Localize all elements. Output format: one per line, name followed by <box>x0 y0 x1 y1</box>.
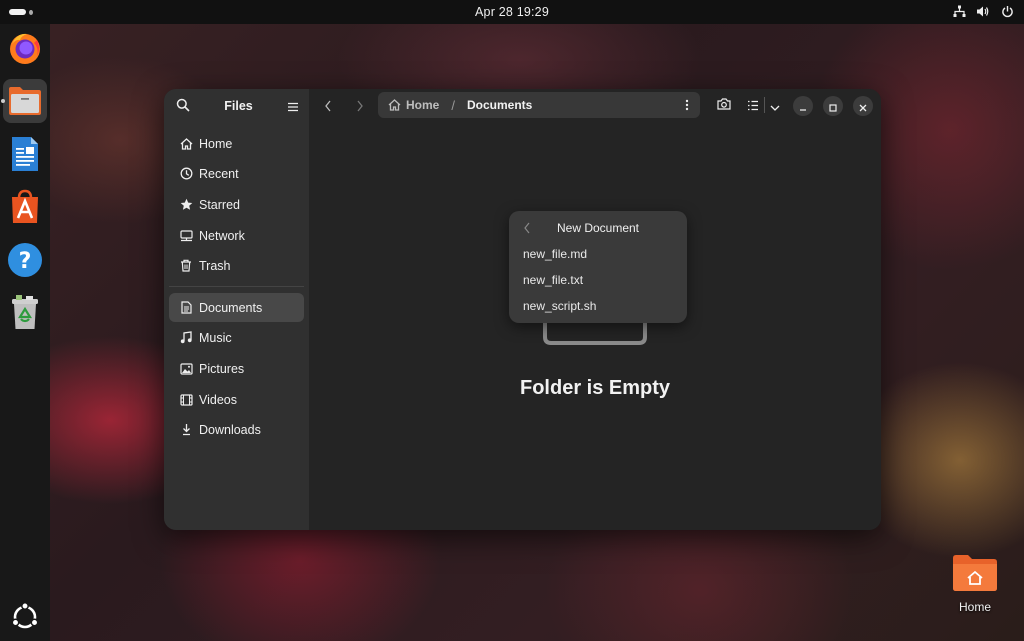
new-document-popover: New Document new_file.md new_file.txt ne… <box>509 211 687 323</box>
chevron-down-icon <box>770 96 780 115</box>
trash-icon[interactable] <box>3 291 47 335</box>
headerbar: Home / Documents <box>309 89 881 123</box>
close-icon <box>859 97 867 116</box>
clock[interactable]: Apr 28 19:29 <box>475 5 549 19</box>
back-button[interactable] <box>319 97 337 115</box>
app-center-icon[interactable] <box>3 185 47 229</box>
music-icon <box>179 331 193 345</box>
maximize-icon <box>829 97 837 116</box>
path-menu-icon[interactable] <box>680 97 694 113</box>
menu-item-new-script-sh[interactable]: new_script.sh <box>515 294 681 318</box>
dock: ? <box>0 24 50 641</box>
home-icon <box>388 96 401 115</box>
desktop-home-shortcut[interactable]: Home <box>946 552 1004 614</box>
activities-indicator[interactable] <box>9 8 33 16</box>
workspace-pill-icon <box>9 9 27 15</box>
forward-button[interactable] <box>351 97 369 115</box>
desktop-icon-label: Home <box>958 600 991 614</box>
power-icon[interactable] <box>1000 4 1014 18</box>
sidebar-item-starred[interactable]: Starred <box>169 190 304 219</box>
sidebar-item-music[interactable]: Music <box>169 323 304 352</box>
view-options-button[interactable] <box>745 95 781 115</box>
sidebar: Files Home Recent Starred Network Trash <box>164 89 309 530</box>
search-camera-icon <box>716 96 732 115</box>
app-title: Files <box>224 99 253 113</box>
system-tray[interactable] <box>952 4 1014 18</box>
search-icon[interactable] <box>176 97 190 116</box>
popover-title: New Document <box>556 221 640 235</box>
volume-icon[interactable] <box>976 4 990 18</box>
sidebar-item-pictures[interactable]: Pictures <box>169 354 304 383</box>
minimize-icon <box>799 97 807 116</box>
firefox-icon[interactable] <box>3 26 47 70</box>
running-indicator <box>1 99 5 103</box>
minimize-button[interactable] <box>793 96 813 116</box>
path-bar: Home / Documents <box>378 92 700 118</box>
clock-icon <box>179 167 193 181</box>
button-divider <box>763 97 765 113</box>
sidebar-item-downloads[interactable]: Downloads <box>169 415 304 444</box>
home-icon <box>179 137 193 151</box>
ubuntu-logo-icon[interactable] <box>3 595 47 639</box>
network-icon <box>179 229 193 243</box>
maximize-button[interactable] <box>823 96 843 116</box>
breadcrumb-home[interactable]: Home <box>388 96 439 115</box>
sidebar-item-documents[interactable]: Documents <box>169 293 304 322</box>
download-icon <box>179 423 193 437</box>
breadcrumb-separator: / <box>451 97 455 113</box>
sidebar-item-trash[interactable]: Trash <box>169 251 304 280</box>
sidebar-header: Files <box>164 89 309 123</box>
network-icon[interactable] <box>952 4 966 18</box>
sidebar-item-videos[interactable]: Videos <box>169 385 304 414</box>
main-menu-icon[interactable] <box>287 97 299 116</box>
search-folder-button[interactable] <box>713 95 735 115</box>
sidebar-item-network[interactable]: Network <box>169 221 304 250</box>
menu-item-new-file-txt[interactable]: new_file.txt <box>515 268 681 292</box>
star-icon <box>179 198 193 212</box>
writer-icon[interactable] <box>3 132 47 176</box>
close-button[interactable] <box>853 96 873 116</box>
svg-text:?: ? <box>19 249 32 274</box>
document-icon <box>179 301 193 315</box>
files-icon[interactable] <box>3 79 47 123</box>
trash-icon <box>179 259 193 273</box>
sidebar-item-recent[interactable]: Recent <box>169 159 304 188</box>
video-icon <box>179 393 193 407</box>
help-icon[interactable]: ? <box>3 238 47 282</box>
back-chevron-icon[interactable] <box>521 221 533 235</box>
home-folder-icon <box>951 552 999 596</box>
top-bar: Apr 28 19:29 <box>0 0 1024 24</box>
menu-item-new-file-md[interactable]: new_file.md <box>515 242 681 266</box>
sidebar-item-home[interactable]: Home <box>169 129 304 158</box>
breadcrumb-current[interactable]: Documents <box>467 98 532 112</box>
picture-icon <box>179 362 193 376</box>
sidebar-separator <box>169 286 304 287</box>
workspace-dot-icon <box>29 9 33 15</box>
list-view-icon <box>747 96 759 115</box>
empty-state-title: Folder is Empty <box>519 377 671 399</box>
popover-header: New Document <box>509 218 687 238</box>
